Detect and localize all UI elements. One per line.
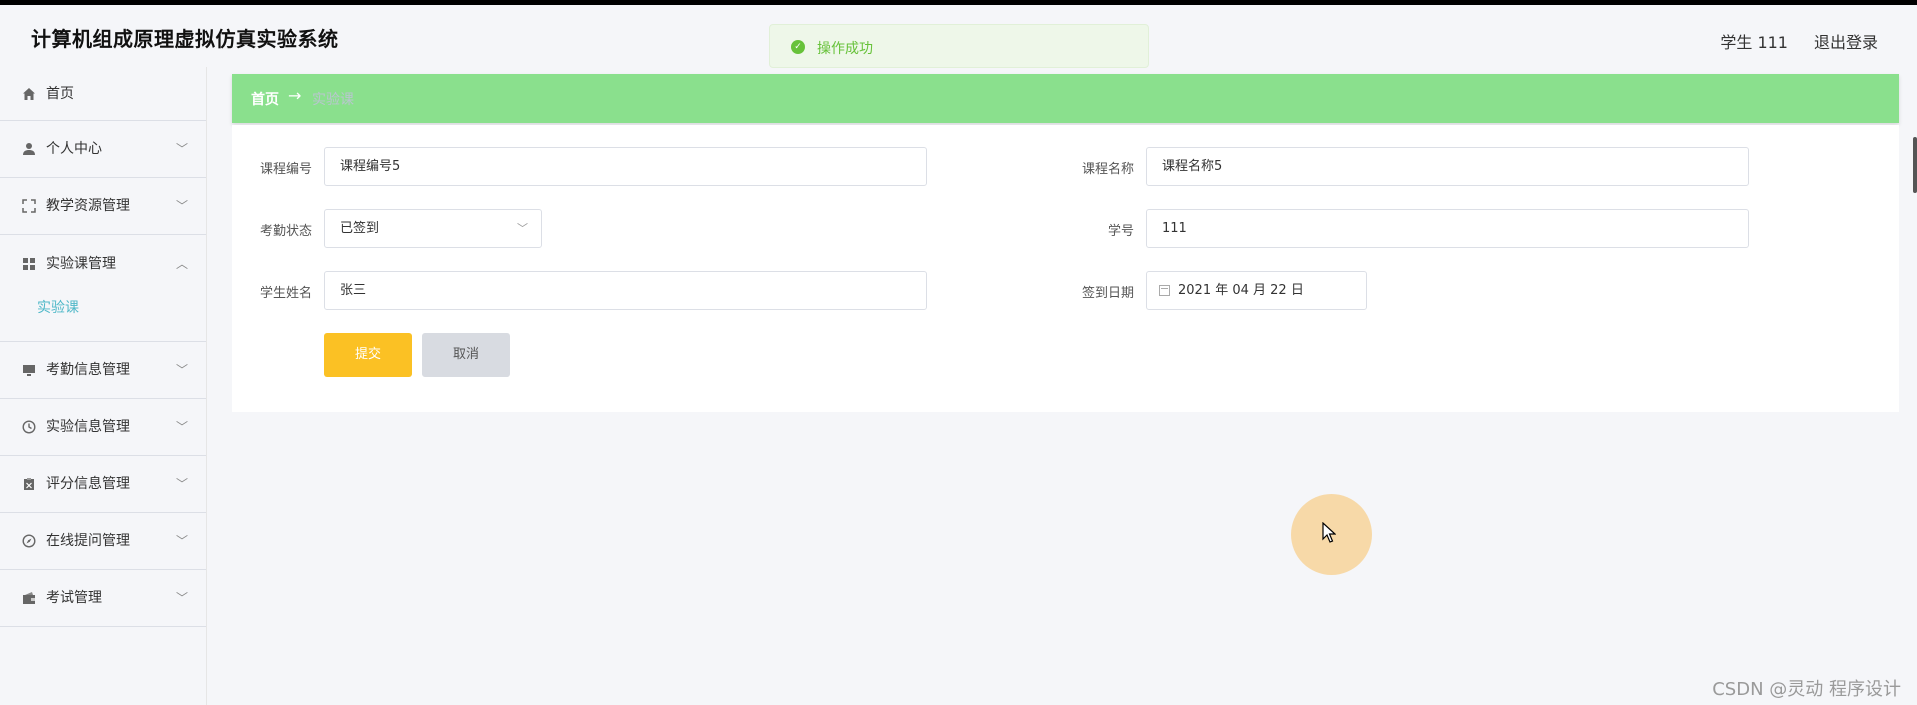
course-number-label: 课程编号	[259, 162, 312, 177]
clipboard-icon	[24, 478, 34, 490]
monitor-icon	[23, 365, 35, 376]
course-name-label: 课程名称	[1081, 162, 1134, 177]
check-circle-icon: ✓	[791, 40, 805, 54]
sidebar-item-label: 评分信息管理	[46, 476, 130, 492]
chevron-down-icon: ﹀	[517, 222, 528, 235]
scrollbar-thumb[interactable]	[1913, 137, 1917, 193]
submit-button[interactable]: 提交	[324, 333, 412, 377]
cursor-highlight	[1291, 494, 1372, 575]
signin-date-picker[interactable]: 2021 年 04 月 22 日	[1146, 271, 1367, 310]
student-name-input[interactable]: 张三	[324, 271, 927, 310]
sidebar-item-home[interactable]: 首页	[0, 67, 206, 121]
sidebar-item-label: 实验课管理	[46, 255, 116, 272]
sidebar-item-label: 在线提问管理	[46, 533, 130, 549]
attendance-status-label: 考勤状态	[259, 224, 312, 239]
watermark: CSDN @灵动 程序设计	[1712, 679, 1901, 700]
student-id-input[interactable]: 111	[1146, 209, 1749, 248]
fullscreen-icon	[22, 199, 36, 213]
calendar-icon	[1159, 285, 1170, 296]
wallet-icon	[23, 592, 35, 604]
sidebar-item-label: 考勤信息管理	[46, 362, 130, 378]
signin-date-value: 2021 年 04 月 22 日	[1178, 283, 1304, 298]
chevron-down-icon: ﹀	[175, 591, 188, 605]
sidebar-submenu: 实验课	[0, 292, 206, 342]
sidebar-item-exam-management[interactable]: 考试管理 ﹀	[0, 570, 206, 627]
grid-icon	[23, 257, 35, 270]
sidebar-item-label: 考试管理	[46, 590, 102, 606]
clock-icon	[22, 420, 36, 434]
current-user-label: 学生 111	[1720, 33, 1788, 52]
sidebar-item-score-management[interactable]: 评分信息管理 ﹀	[0, 456, 206, 513]
mouse-pointer-icon	[1322, 522, 1336, 543]
chevron-down-icon: ﹀	[175, 420, 188, 434]
attendance-status-value: 已签到	[340, 221, 380, 236]
home-icon	[23, 87, 35, 100]
sidebar-subitem-lab-course[interactable]: 实验课	[37, 297, 79, 317]
sidebar-item-experiment-management[interactable]: 实验信息管理 ﹀	[0, 399, 206, 456]
signin-date-label: 签到日期	[1081, 286, 1134, 301]
sidebar-item-label: 个人中心	[46, 141, 102, 157]
sidebar-item-online-questions[interactable]: 在线提问管理 ﹀	[0, 513, 206, 570]
compass-icon	[22, 534, 36, 548]
course-number-input[interactable]: 课程编号5	[324, 147, 927, 186]
breadcrumb-current: 实验课	[312, 92, 354, 108]
sidebar-menu: 首页 个人中心 ﹀ 教学资源管理 ﹀ 实验课管理 ︿ 实验课 考勤信息管理 ﹀ …	[0, 67, 207, 705]
sidebar-item-label: 教学资源管理	[46, 198, 130, 214]
sidebar-item-personal-center[interactable]: 个人中心 ﹀	[0, 121, 206, 178]
logout-button[interactable]: 退出登录	[1814, 29, 1878, 53]
chevron-down-icon: ﹀	[175, 142, 188, 156]
success-toast: ✓ 操作成功	[769, 24, 1149, 68]
sidebar-item-label: 实验信息管理	[46, 419, 130, 435]
breadcrumb-arrow-icon: →	[288, 86, 302, 105]
toast-message: 操作成功	[817, 41, 873, 57]
breadcrumb: 首页 → 实验课	[232, 74, 1899, 123]
chevron-down-icon: ﹀	[175, 363, 188, 377]
chevron-down-icon: ﹀	[175, 534, 188, 548]
sidebar-item-attendance-management[interactable]: 考勤信息管理 ﹀	[0, 342, 206, 399]
sidebar-item-label: 首页	[46, 85, 74, 102]
app-title: 计算机组成原理虚拟仿真实验系统	[31, 27, 339, 51]
breadcrumb-home-link[interactable]: 首页	[251, 89, 279, 109]
chevron-down-icon: ﹀	[175, 477, 188, 491]
sidebar-item-lab-course-management[interactable]: 实验课管理 ︿	[0, 235, 206, 292]
student-name-label: 学生姓名	[259, 286, 312, 301]
chevron-down-icon: ﹀	[175, 199, 188, 213]
cancel-button[interactable]: 取消	[422, 333, 510, 377]
sidebar-item-teaching-resources[interactable]: 教学资源管理 ﹀	[0, 178, 206, 235]
student-id-label: 学号	[1107, 224, 1134, 239]
course-name-input[interactable]: 课程名称5	[1146, 147, 1749, 186]
lab-course-form: 课程编号 课程编号5 课程名称 课程名称5 考勤状态 已签到 ﹀ 学号 111 …	[232, 125, 1899, 412]
user-icon	[23, 143, 35, 155]
chevron-up-icon: ︿	[175, 256, 188, 271]
attendance-status-select[interactable]: 已签到 ﹀	[324, 209, 542, 248]
